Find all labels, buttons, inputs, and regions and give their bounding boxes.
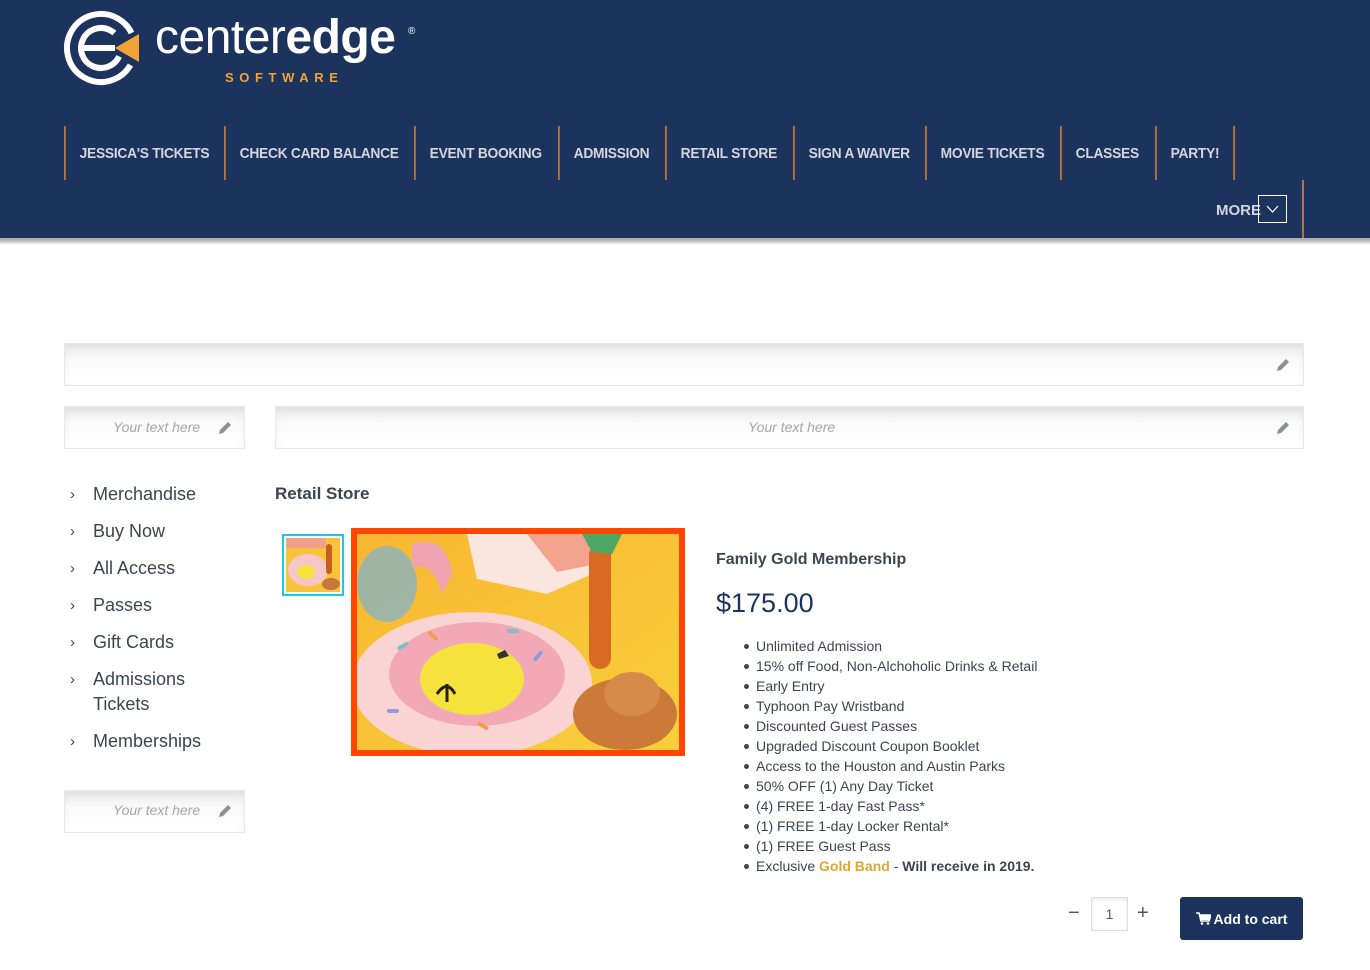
logo-tagline: SOFTWARE [225, 70, 344, 85]
gold-band-highlight: Gold Band [819, 858, 890, 874]
logo-text-light: center [155, 11, 286, 64]
feature-item: Unlimited Admission [743, 636, 1037, 656]
logo-text-bold: edge [285, 11, 396, 64]
product-main-image[interactable] [351, 528, 685, 756]
site-header: centeredge ® SOFTWARE JESSICA'S TICKETS … [0, 0, 1370, 238]
chevron-right-icon: › [70, 671, 75, 688]
feature-bold-note: Will receive in 2019. [902, 858, 1035, 874]
feature-prefix: Exclusive [756, 858, 820, 874]
sidebar-item-label: Memberships [93, 731, 202, 751]
add-to-cart-button[interactable]: Add to cart [1180, 897, 1303, 940]
left-editable-box-bottom[interactable]: Your text here [64, 790, 245, 833]
nav-jessicas-tickets[interactable]: JESSICA'S TICKETS [64, 126, 223, 180]
nav-retail-store[interactable]: RETAIL STORE [665, 126, 791, 180]
header-shadow [0, 238, 1370, 244]
feature-item: Early Entry [743, 676, 1037, 696]
feature-item: Upgraded Discount Coupon Booklet [743, 736, 1037, 756]
nav-admission[interactable]: ADMISSION [557, 126, 663, 180]
more-label[interactable]: MORE [1216, 202, 1261, 219]
nav-sign-a-waiver[interactable]: SIGN A WAIVER [792, 126, 924, 180]
left-bottom-editable-text: Your text here [113, 802, 201, 818]
nav-classes[interactable]: CLASSES [1059, 126, 1153, 180]
sidebar-item-passes[interactable]: › Passes [68, 593, 248, 618]
pencil-icon[interactable] [217, 420, 233, 436]
pencil-icon[interactable] [217, 803, 233, 819]
sidebar-item-label: All Access [93, 558, 176, 578]
sidebar-item-memberships[interactable]: › Memberships [68, 729, 248, 754]
chevron-right-icon: › [70, 486, 75, 503]
quantity-input[interactable] [1091, 897, 1128, 931]
quantity-increase-button[interactable]: + [1137, 902, 1149, 925]
sidebar-item-label: Gift Cards [93, 632, 175, 652]
more-menu: MORE [1210, 180, 1304, 238]
chevron-right-icon: › [70, 523, 75, 540]
sidebar-item-label: Admissions Tickets [93, 669, 186, 714]
feature-item: Access to the Houston and Austin Parks [743, 756, 1037, 776]
chevron-right-icon: › [70, 560, 75, 577]
nav-party[interactable]: PARTY! [1155, 126, 1236, 180]
sidebar-item-admissions-tickets[interactable]: › Admissions Tickets [68, 667, 198, 717]
center-editable-text: Your text here [748, 419, 836, 435]
left-top-editable-text: Your text here [113, 419, 201, 435]
category-sidebar: › Merchandise › Buy Now › All Access › Passe… [68, 482, 248, 766]
more-dropdown-button[interactable] [1258, 195, 1287, 223]
shopping-cart-icon [1195, 912, 1211, 925]
feature-item: (1) FREE 1-day Locker Rental* [743, 816, 1037, 836]
feature-item-gold-band: Exclusive Gold Band - Will receive in 20… [743, 856, 1037, 876]
pencil-icon[interactable] [1275, 420, 1291, 436]
feature-separator: - [889, 858, 903, 874]
quantity-decrease-button[interactable]: − [1068, 902, 1080, 925]
feature-item: (1) FREE Guest Pass [743, 836, 1037, 856]
sidebar-item-buy-now[interactable]: › Buy Now [68, 519, 248, 544]
product-features: Unlimited Admission 15% off Food, Non-Al… [743, 636, 1038, 876]
centeredge-logo[interactable]: centeredge ® SOFTWARE [63, 8, 423, 88]
left-editable-box-top[interactable]: Your text here [64, 406, 245, 449]
top-editable-banner[interactable] [64, 343, 1304, 386]
product-thumbnail[interactable] [282, 534, 344, 596]
sidebar-item-merchandise[interactable]: › Merchandise [68, 482, 248, 507]
chevron-right-icon: › [70, 733, 75, 750]
product-price: $175.00 [716, 588, 814, 618]
nav-event-booking[interactable]: EVENT BOOKING [413, 126, 556, 180]
section-title: Retail Store [275, 484, 370, 503]
feature-item: 15% off Food, Non-Alchoholic Drinks & Re… [743, 658, 1038, 674]
center-editable-box[interactable]: Your text here [275, 406, 1304, 449]
add-to-cart-label: Add to cart [1213, 910, 1288, 927]
centeredge-logo-icon [64, 11, 139, 85]
chevron-right-icon: › [70, 634, 75, 651]
main-nav: JESSICA'S TICKETS CHECK CARD BALANCE EVE… [64, 126, 1242, 180]
nav-movie-tickets[interactable]: MOVIE TICKETS [924, 126, 1058, 180]
sidebar-item-label: Buy Now [93, 521, 166, 541]
feature-item: 50% OFF (1) Any Day Ticket [743, 776, 1037, 796]
product-thumbnail-image [286, 538, 340, 592]
feature-item: Typhoon Pay Wristband [743, 696, 1037, 716]
feature-item: Discounted Guest Passes [743, 716, 1037, 736]
sidebar-item-all-access[interactable]: › All Access [68, 556, 248, 581]
registered-mark: ® [408, 26, 416, 37]
feature-item: (4) FREE 1-day Fast Pass* [743, 796, 1037, 816]
nav-check-card-balance[interactable]: CHECK CARD BALANCE [224, 126, 413, 180]
sidebar-item-label: Passes [93, 595, 153, 615]
product-name: Family Gold Membership [716, 551, 907, 568]
product-image-illustration [357, 534, 679, 750]
chevron-down-icon [1266, 205, 1279, 213]
pencil-icon[interactable] [1275, 357, 1291, 373]
chevron-right-icon: › [70, 597, 75, 614]
sidebar-item-gift-cards[interactable]: › Gift Cards [68, 630, 248, 655]
sidebar-item-label: Merchandise [93, 484, 197, 504]
